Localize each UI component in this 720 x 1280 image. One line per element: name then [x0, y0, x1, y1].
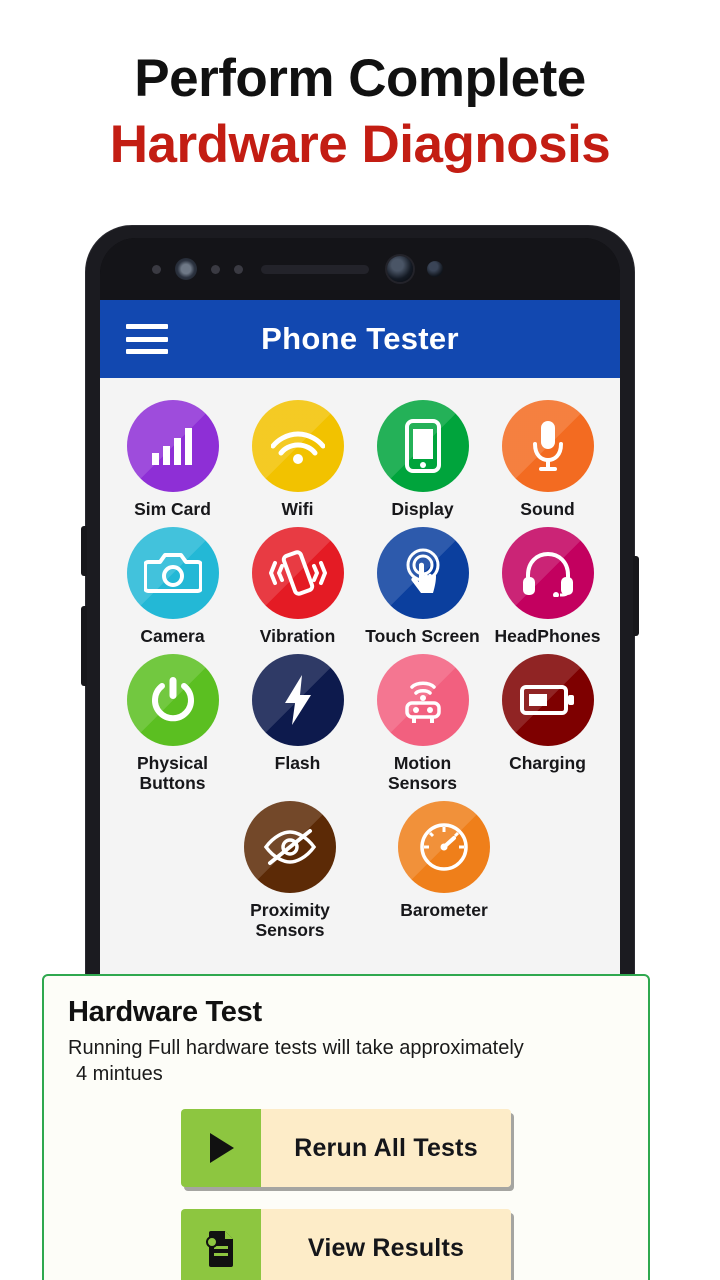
grid-item-physical-buttons[interactable]: Physical Buttons: [110, 654, 235, 793]
grid-label: Motion Sensors: [387, 753, 458, 793]
grid-item-headphones[interactable]: HeadPhones: [485, 527, 610, 646]
headline: Perform Complete Hardware Diagnosis: [0, 46, 720, 178]
play-icon: [181, 1109, 261, 1187]
grid-item-sound[interactable]: Sound: [485, 400, 610, 519]
card-title: Hardware Test: [68, 996, 262, 1028]
phone-screen-frame: Phone Tester Sim Card Wifi Display Sound…: [100, 238, 620, 1056]
app-title: Phone Tester: [261, 321, 459, 356]
light-sensor-icon: [234, 264, 243, 274]
grid-label: Vibration: [259, 626, 336, 646]
app-bar: Phone Tester: [100, 300, 620, 378]
grid-item-display[interactable]: Display: [360, 400, 485, 519]
gauge-icon: [398, 801, 490, 893]
card-description: Running Full hardware tests will take ap…: [68, 1035, 624, 1087]
grid-item-motion-sensors[interactable]: Motion Sensors: [360, 654, 485, 793]
lightning-bolt-icon: [251, 654, 344, 746]
vibration-icon: [251, 527, 344, 619]
grid-label: Display: [391, 499, 454, 519]
grid-item-charging[interactable]: Charging: [485, 654, 610, 793]
grid-item-proximity-sensors[interactable]: Proximity Sensors: [230, 801, 350, 940]
grid-item-barometer[interactable]: Barometer: [398, 801, 490, 940]
view-results-button[interactable]: View Results: [181, 1209, 511, 1280]
card-description-line-1: Running Full hardware tests will take ap…: [68, 1037, 524, 1059]
grid-item-flash[interactable]: Flash: [235, 654, 360, 793]
grid-item-camera[interactable]: Camera: [110, 527, 235, 646]
sensor-dot-icon: [152, 264, 161, 274]
document-icon: [181, 1209, 261, 1280]
headline-line-1: Perform Complete: [134, 49, 586, 108]
grid-label: HeadPhones: [494, 626, 601, 646]
rerun-all-tests-label: Rerun All Tests: [261, 1109, 511, 1187]
grid-label: Sound: [520, 499, 575, 519]
battery-icon: [501, 654, 594, 746]
power-button-icon: [126, 654, 219, 746]
grid-label: Proximity Sensors: [250, 900, 330, 940]
proximity-sensor-icon: [211, 264, 220, 274]
promo-screenshot: Perform Complete Hardware Diagnosis Phon…: [0, 0, 720, 1280]
view-results-label: View Results: [261, 1209, 511, 1280]
app-screen: Phone Tester Sim Card Wifi Display Sound…: [100, 300, 620, 1056]
grid-label: Sim Card: [134, 499, 211, 519]
phone-top-bezel: [100, 238, 620, 300]
phone-volume-button: [81, 606, 87, 686]
hardware-test-card: Hardware Test Running Full hardware test…: [42, 974, 650, 1280]
test-grid-row-4: Proximity Sensors Barometer: [100, 801, 620, 940]
grid-label: Barometer: [400, 900, 488, 920]
phone-power-button: [633, 556, 639, 636]
front-camera-icon: [387, 256, 413, 282]
phone-display-icon: [376, 400, 469, 492]
grid-label: Touch Screen: [365, 626, 480, 646]
touch-hand-icon: [376, 527, 469, 619]
grid-item-touch-screen[interactable]: Touch Screen: [360, 527, 485, 646]
grid-label: Wifi: [281, 499, 314, 519]
eye-slash-icon: [244, 801, 336, 893]
earpiece-speaker-icon: [261, 264, 369, 274]
test-grid: Sim Card Wifi Display Sound Camera Vibra…: [100, 378, 620, 793]
hamburger-icon[interactable]: [126, 324, 168, 354]
signal-bars-icon: [126, 400, 219, 492]
grid-label: Charging: [509, 753, 586, 773]
card-description-line-2: 4 mintues: [76, 1063, 163, 1085]
wifi-icon: [251, 400, 344, 492]
grid-label: Camera: [140, 626, 205, 646]
secondary-sensor-icon: [427, 261, 443, 277]
headline-line-2: Hardware Diagnosis: [109, 115, 611, 174]
microphone-icon: [501, 400, 594, 492]
iris-scanner-icon: [175, 258, 197, 280]
grid-item-vibration[interactable]: Vibration: [235, 527, 360, 646]
headphones-icon: [501, 527, 594, 619]
rerun-all-tests-button[interactable]: Rerun All Tests: [181, 1109, 511, 1187]
grid-item-wifi[interactable]: Wifi: [235, 400, 360, 519]
grid-label: Flash: [274, 753, 321, 773]
motion-robot-icon: [376, 654, 469, 746]
camera-icon: [126, 527, 219, 619]
phone-mockup: Phone Tester Sim Card Wifi Display Sound…: [81, 226, 639, 1056]
grid-item-sim-card[interactable]: Sim Card: [110, 400, 235, 519]
grid-label: Physical Buttons: [136, 753, 209, 793]
